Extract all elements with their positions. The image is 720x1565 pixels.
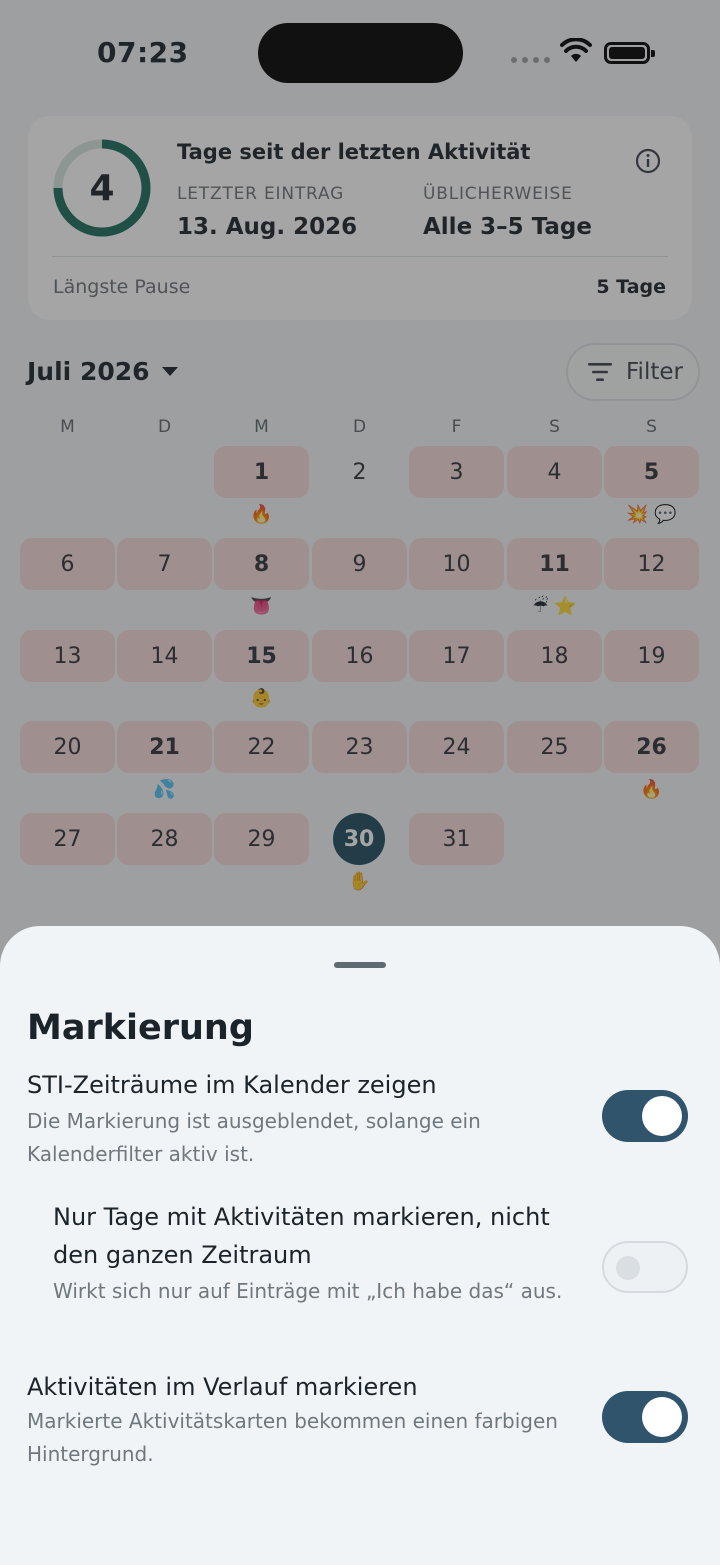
sheet-drag-handle[interactable] — [334, 962, 386, 968]
option-only-activity-days-title: Nur Tage mit Aktivitäten markieren, nich… — [53, 1203, 550, 1269]
option-sti-periods-title: STI-Zeiträume im Kalender zeigen — [27, 1071, 437, 1099]
option-mark-history-title: Aktivitäten im Verlauf markieren — [27, 1373, 418, 1401]
toggle-only-activity-days[interactable] — [602, 1241, 688, 1293]
option-sti-periods-description: Die Markierung ist ausgeblendet, solange… — [27, 1109, 481, 1166]
toggle-sti-periods[interactable] — [602, 1090, 688, 1142]
option-mark-history-description: Markierte Aktivitätskarten bekommen eine… — [27, 1409, 558, 1466]
bottom-sheet: Markierung STI-Zeiträume im Kalender zei… — [0, 926, 720, 1565]
sheet-title: Markierung — [27, 1008, 254, 1048]
toggle-mark-history[interactable] — [602, 1391, 688, 1443]
option-only-activity-days-description: Wirkt sich nur auf Einträge mit „Ich hab… — [53, 1279, 563, 1303]
